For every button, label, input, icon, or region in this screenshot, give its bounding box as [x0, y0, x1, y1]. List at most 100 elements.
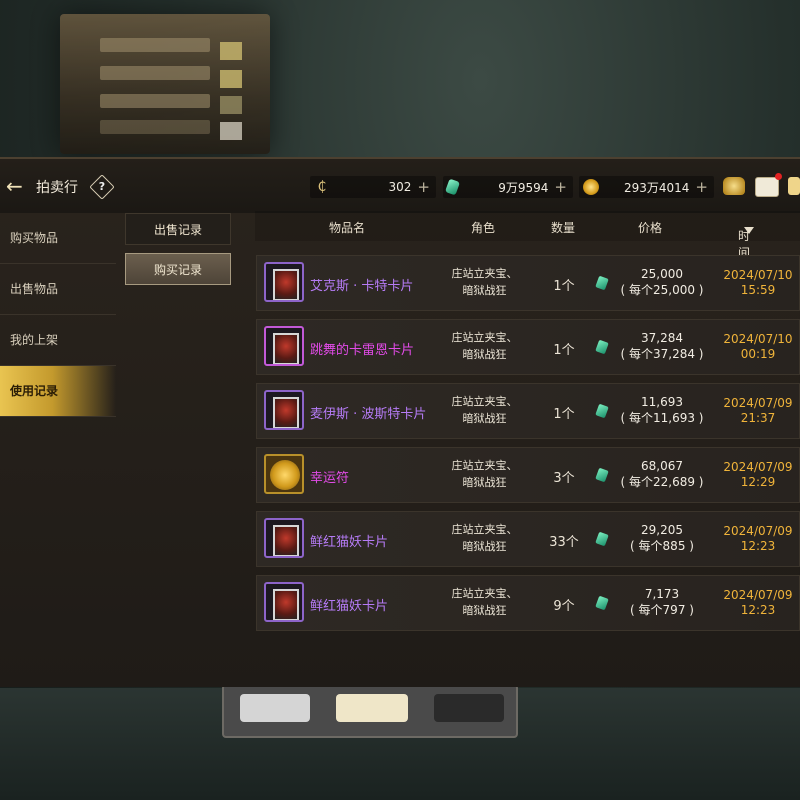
gem-amount: 9万9594	[498, 180, 549, 195]
tab-sell-record[interactable]: 出售记录	[125, 213, 231, 245]
card-icon	[264, 390, 304, 430]
top-bar: ← 拍卖行 ? ₵ 302 + 9万9594 + 293万4014 +	[0, 159, 800, 213]
gem-icon	[444, 178, 461, 196]
sidebar-item-label: 我的上架	[10, 333, 59, 347]
column-header-role: 角色	[471, 221, 496, 235]
record-time: 12:23	[740, 539, 776, 553]
currency-coupon: ₵ 302 +	[310, 176, 436, 198]
record-date: 2024/07/09	[723, 396, 793, 410]
add-coupon-button[interactable]: +	[417, 178, 430, 196]
time-cell: 2024/07/09 12:29	[719, 460, 797, 490]
record-time: 00:19	[740, 347, 776, 361]
role-cell: 庄站立夹宝、 暗狱战狂	[437, 521, 532, 555]
currency-gem: 9万9594 +	[443, 176, 573, 198]
record-time: 12:23	[740, 603, 776, 617]
quantity-cell: 1个	[553, 279, 575, 294]
role-line-2: 暗狱战狂	[462, 476, 507, 489]
table-row[interactable]: 幸运符 庄站立夹宝、 暗狱战狂 3个 68,067 ( 每个22,689 ) 202…	[256, 447, 800, 503]
item-name: 鲜红猫妖卡片	[310, 599, 389, 614]
total-price: 68,067	[641, 459, 683, 473]
background-shelf	[60, 14, 270, 154]
sidebar-item-my-listings[interactable]: 我的上架	[0, 315, 116, 366]
record-date: 2024/07/10	[723, 268, 793, 282]
table-row[interactable]: 跳舞的卡雷恩卡片 庄站立夹宝、 暗狱战狂 1个 37,284 ( 每个37,284 …	[256, 319, 800, 375]
card-icon	[264, 518, 304, 558]
card-icon	[264, 326, 304, 366]
role-cell: 庄站立夹宝、 暗狱战狂	[437, 265, 532, 299]
quantity-cell: 3个	[553, 471, 575, 486]
sidebar-item-buy[interactable]: 购买物品	[0, 213, 116, 264]
quantity-cell: 1个	[553, 343, 575, 358]
add-gold-button[interactable]: +	[695, 178, 708, 196]
record-time: 12:29	[740, 475, 776, 489]
role-line-1: 庄站立夹宝、	[451, 331, 518, 344]
role-line-2: 暗狱战狂	[462, 348, 507, 361]
record-time: 15:59	[740, 283, 776, 297]
page-title: 拍卖行	[36, 180, 78, 196]
gold-coin-icon	[583, 179, 599, 195]
role-cell: 庄站立夹宝、 暗狱战狂	[437, 585, 532, 619]
price-cell: 29,205 ( 每个885 )	[607, 522, 717, 554]
time-cell: 2024/07/09 12:23	[719, 588, 797, 618]
record-date: 2024/07/09	[723, 524, 793, 538]
item-name: 幸运符	[310, 471, 350, 486]
role-line-1: 庄站立夹宝、	[451, 267, 518, 280]
time-cell: 2024/07/10 00:19	[719, 332, 797, 362]
role-line-2: 暗狱战狂	[462, 604, 507, 617]
role-line-1: 庄站立夹宝、	[451, 459, 518, 472]
item-name: 跳舞的卡雷恩卡片	[310, 343, 415, 358]
column-header-price: 价格	[638, 221, 663, 235]
chat-icon[interactable]	[788, 177, 800, 195]
table-row[interactable]: 鲜红猫妖卡片 庄站立夹宝、 暗狱战狂 33个 29,205 ( 每个885 ) 20…	[256, 511, 800, 567]
total-price: 25,000	[641, 267, 683, 281]
price-cell: 25,000 ( 每个25,000 )	[607, 266, 717, 298]
role-cell: 庄站立夹宝、 暗狱战狂	[437, 329, 532, 363]
role-line-1: 庄站立夹宝、	[451, 587, 518, 600]
column-header-qty: 数量	[551, 221, 576, 235]
record-date: 2024/07/09	[723, 460, 793, 474]
sort-down-icon	[744, 227, 754, 234]
auction-house-panel: ← 拍卖行 ? ₵ 302 + 9万9594 + 293万4014 + 购买物品…	[0, 157, 800, 687]
background-drawer	[222, 684, 518, 738]
table-row[interactable]: 鲜红猫妖卡片 庄站立夹宝、 暗狱战狂 9个 7,173 ( 每个797 ) 2024…	[256, 575, 800, 631]
role-line-1: 庄站立夹宝、	[451, 523, 518, 536]
quantity-cell: 1个	[553, 407, 575, 422]
add-gem-button[interactable]: +	[554, 178, 567, 196]
coupon-amount: 302	[388, 180, 412, 194]
role-line-2: 暗狱战狂	[462, 412, 507, 425]
unit-price: ( 每个37,284 )	[620, 347, 704, 361]
unit-price: ( 每个797 )	[630, 603, 694, 617]
sidebar-item-usage-record[interactable]: 使用记录	[0, 366, 116, 417]
back-arrow-icon[interactable]: ←	[6, 175, 28, 197]
total-price: 37,284	[641, 331, 683, 345]
unit-price: ( 每个885 )	[630, 539, 694, 553]
role-cell: 庄站立夹宝、 暗狱战狂	[437, 393, 532, 427]
quantity-cell: 9个	[553, 599, 575, 614]
price-cell: 68,067 ( 每个22,689 )	[607, 458, 717, 490]
record-date: 2024/07/10	[723, 332, 793, 346]
item-name: 鲜红猫妖卡片	[310, 535, 389, 550]
role-cell: 庄站立夹宝、 暗狱战狂	[437, 457, 532, 491]
time-cell: 2024/07/09 12:23	[719, 524, 797, 554]
total-price: 29,205	[641, 523, 683, 537]
help-icon[interactable]: ?	[89, 174, 115, 200]
card-icon	[264, 262, 304, 302]
table-header: 物品名 角色 数量 价格 时间	[255, 211, 800, 260]
sidebar-item-label: 使用记录	[10, 384, 59, 398]
price-cell: 11,693 ( 每个11,693 )	[607, 394, 717, 426]
role-line-1: 庄站立夹宝、	[451, 395, 518, 408]
notification-dot	[775, 173, 782, 180]
quantity-cell: 33个	[549, 535, 579, 550]
role-line-2: 暗狱战狂	[462, 284, 507, 297]
table-row[interactable]: 麦伊斯 · 波斯特卡片 庄站立夹宝、 暗狱战狂 1个 11,693 ( 每个11,6…	[256, 383, 800, 439]
sidebar-item-sell[interactable]: 出售物品	[0, 264, 116, 315]
bag-icon[interactable]	[723, 177, 745, 195]
time-cell: 2024/07/10 15:59	[719, 268, 797, 298]
tab-buy-record[interactable]: 购买记录	[125, 253, 231, 285]
table-row[interactable]: 艾克斯 · 卡特卡片 庄站立夹宝、 暗狱战狂 1个 25,000 ( 每个25,00…	[256, 255, 800, 311]
unit-price: ( 每个11,693 )	[620, 411, 704, 425]
mail-icon[interactable]	[755, 173, 782, 197]
total-price: 11,693	[641, 395, 683, 409]
sidebar-item-label: 购买物品	[10, 231, 59, 245]
item-name: 艾克斯 · 卡特卡片	[310, 279, 414, 294]
